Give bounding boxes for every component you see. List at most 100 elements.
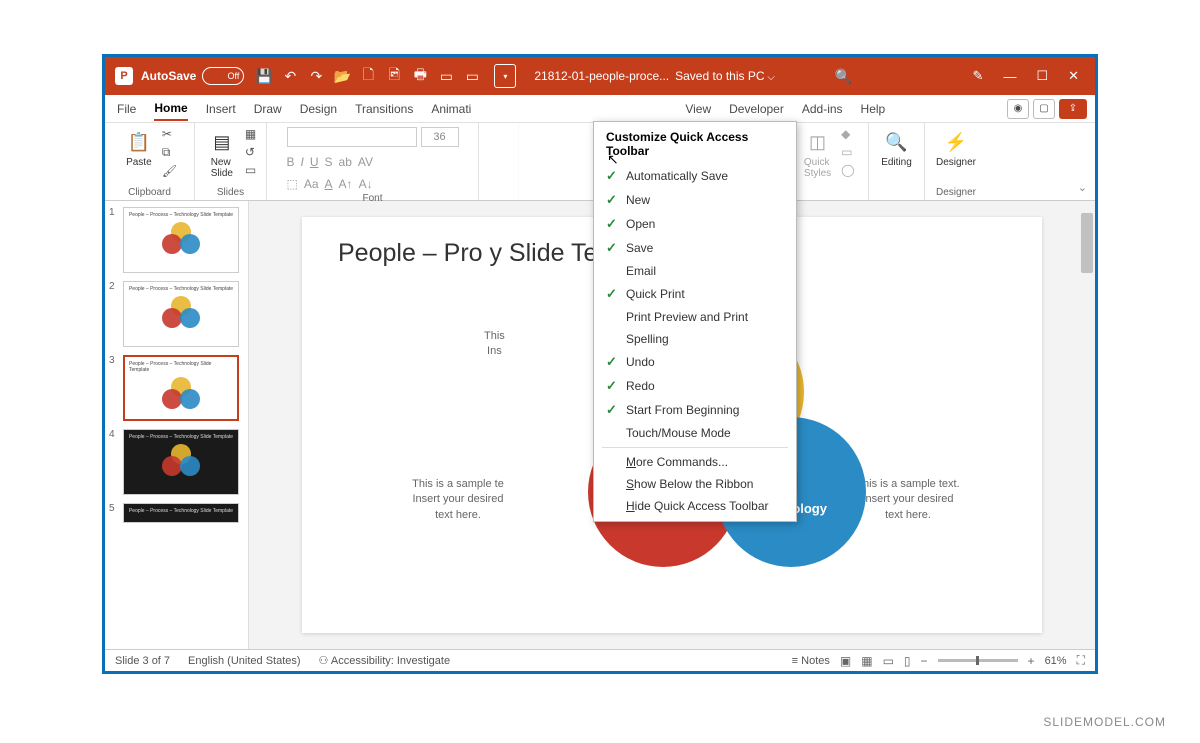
open-icon[interactable]: 📂 — [334, 68, 350, 84]
highlight-icon[interactable]: ⬚ — [287, 177, 298, 191]
tab-developer[interactable]: Developer — [729, 102, 784, 116]
record-button[interactable]: ◉ — [1007, 99, 1029, 119]
normal-view-icon[interactable]: ▣ — [840, 654, 851, 668]
zoom-slider[interactable] — [938, 659, 1018, 662]
tab-animations[interactable]: Animati — [431, 102, 471, 116]
grow-font-icon[interactable]: A↑ — [339, 177, 353, 191]
thumbnail-5[interactable]: People – Process – Technology Slide Temp… — [123, 503, 239, 523]
designer-button[interactable]: ⚡ Designer — [932, 127, 980, 170]
minimize-icon[interactable]: — — [1003, 69, 1016, 84]
underline-icon[interactable]: U — [310, 155, 319, 169]
touch-icon[interactable]: ▭ — [464, 68, 480, 84]
tab-view[interactable]: View — [685, 102, 711, 116]
tab-file[interactable]: File — [117, 102, 136, 116]
layout-icon[interactable]: ▦ — [245, 127, 256, 141]
font-size-selector[interactable]: 36 — [421, 127, 459, 147]
clipboard-icon: 📋 — [126, 129, 152, 155]
cut-icon[interactable]: ✂ — [162, 127, 177, 141]
document-name[interactable]: 21812-01-people-proce... — [534, 69, 669, 83]
shape-effects-icon[interactable]: ◯ — [841, 163, 854, 177]
qat-item-hide[interactable]: Hide Quick Access Toolbar — [594, 495, 796, 517]
qat-item-new[interactable]: ✓New — [594, 188, 796, 212]
italic-icon[interactable]: I — [301, 155, 304, 169]
slideshow-view-icon[interactable]: ▯ — [904, 654, 911, 668]
qat-item-quickprint[interactable]: ✓Quick Print — [594, 282, 796, 306]
tab-transitions[interactable]: Transitions — [355, 102, 413, 116]
slide-subtext-top[interactable]: This Ins — [484, 329, 505, 360]
copy-icon[interactable]: ⧉ — [162, 145, 177, 160]
section-icon[interactable]: ▭ — [245, 163, 256, 177]
save-status[interactable]: Saved to this PC — [675, 69, 775, 83]
tab-insert[interactable]: Insert — [206, 102, 236, 116]
zoom-level[interactable]: 61% — [1045, 655, 1067, 667]
shrink-font-icon[interactable]: A↓ — [359, 177, 373, 191]
format-painter-icon[interactable]: 🖌 — [162, 164, 177, 178]
reading-view-icon[interactable]: ▭ — [883, 654, 894, 668]
tab-home[interactable]: Home — [154, 101, 187, 121]
thumbnail-2[interactable]: People – Process – Technology Slide Temp… — [123, 281, 239, 347]
qat-item-autosave[interactable]: ✓Automatically Save — [594, 164, 796, 188]
zoom-in-icon[interactable]: + — [1028, 654, 1035, 668]
sorter-view-icon[interactable]: ▦ — [861, 654, 872, 668]
slide-indicator[interactable]: Slide 3 of 7 — [115, 655, 170, 667]
qat-item-touchmode[interactable]: Touch/Mouse Mode — [594, 422, 796, 444]
reset-icon[interactable]: ↺ — [245, 145, 256, 159]
zoom-out-icon[interactable]: − — [921, 654, 928, 668]
qat-item-more[interactable]: More Commands... — [594, 451, 796, 473]
close-icon[interactable]: ✕ — [1068, 68, 1079, 84]
thumbnail-3[interactable]: People – Process – Technology Slide Temp… — [123, 355, 239, 421]
spacing-icon[interactable]: AV — [358, 155, 373, 169]
clear-format-icon[interactable]: Aa — [304, 177, 319, 191]
new-slide-button[interactable]: ▤ New Slide — [205, 127, 239, 181]
qat-customize-menu: Customize Quick Access Toolbar ✓Automati… — [593, 121, 797, 522]
paste-button[interactable]: 📋 Paste — [122, 127, 156, 170]
tab-help[interactable]: Help — [861, 102, 886, 116]
print-icon[interactable]: 🖶 — [412, 68, 428, 84]
font-color-icon[interactable]: A — [325, 177, 333, 191]
redo-icon[interactable]: ↷ — [308, 68, 324, 84]
bold-icon[interactable]: B — [287, 155, 295, 169]
save-icon[interactable]: 💾 — [256, 68, 272, 84]
editing-button[interactable]: 🔍 Editing — [877, 127, 916, 170]
qat-item-save[interactable]: ✓Save — [594, 236, 796, 260]
shape-fill-icon[interactable]: ◆ — [841, 127, 854, 141]
qat-item-undo[interactable]: ✓Undo — [594, 350, 796, 374]
search-icon[interactable]: 🔍 — [835, 68, 852, 85]
quick-styles-button[interactable]: ◫ Quick Styles — [800, 127, 835, 181]
shadow-icon[interactable]: ab — [339, 155, 352, 169]
collapse-ribbon-icon[interactable]: ⌄ — [1078, 181, 1087, 194]
slideshow-icon[interactable]: ▭ — [438, 68, 454, 84]
window-controls: ✎ — ☐ ✕ — [973, 68, 1095, 84]
qat-item-spelling[interactable]: Spelling — [594, 328, 796, 350]
undo-icon[interactable]: ↶ — [282, 68, 298, 84]
qat-item-printpreview[interactable]: Print Preview and Print — [594, 306, 796, 328]
qat-dropdown-button[interactable]: ▾ — [494, 64, 516, 88]
new-icon[interactable]: 🗋 — [360, 68, 376, 84]
qat-item-email[interactable]: Email — [594, 260, 796, 282]
present-button[interactable]: ▢ — [1033, 99, 1055, 119]
maximize-icon[interactable]: ☐ — [1036, 68, 1048, 84]
tab-draw[interactable]: Draw — [254, 102, 282, 116]
thumbnail-1[interactable]: People – Process – Technology Slide Temp… — [123, 207, 239, 273]
draw-pen-icon[interactable]: ✎ — [973, 68, 984, 84]
tab-addins[interactable]: Add-ins — [802, 102, 843, 116]
shape-outline-icon[interactable]: ▭ — [841, 145, 854, 159]
styles-icon: ◫ — [805, 129, 831, 155]
accessibility-indicator[interactable]: ⚇ Accessibility: Investigate — [319, 654, 451, 667]
thumbnail-4[interactable]: People – Process – Technology Slide Temp… — [123, 429, 239, 495]
tab-design[interactable]: Design — [300, 102, 337, 116]
font-selector[interactable] — [287, 127, 417, 147]
export-icon[interactable]: 🖻 — [386, 68, 402, 84]
autosave-toggle[interactable]: Off — [202, 67, 244, 85]
fit-window-icon[interactable]: ⛶ — [1077, 653, 1085, 668]
language-indicator[interactable]: English (United States) — [188, 655, 301, 667]
strike-icon[interactable]: S — [325, 155, 333, 169]
qat-item-below[interactable]: Show Below the Ribbon — [594, 473, 796, 495]
slide-subtext-left[interactable]: This is a sample te Insert your desired … — [388, 477, 528, 523]
qat-item-open[interactable]: ✓Open — [594, 212, 796, 236]
qat-item-startbeginning[interactable]: ✓Start From Beginning — [594, 398, 796, 422]
notes-button[interactable]: ≡ Notes — [792, 655, 830, 667]
vertical-scrollbar[interactable] — [1081, 209, 1093, 635]
qat-item-redo[interactable]: ✓Redo — [594, 374, 796, 398]
share-button[interactable]: ⇪ — [1059, 99, 1087, 119]
